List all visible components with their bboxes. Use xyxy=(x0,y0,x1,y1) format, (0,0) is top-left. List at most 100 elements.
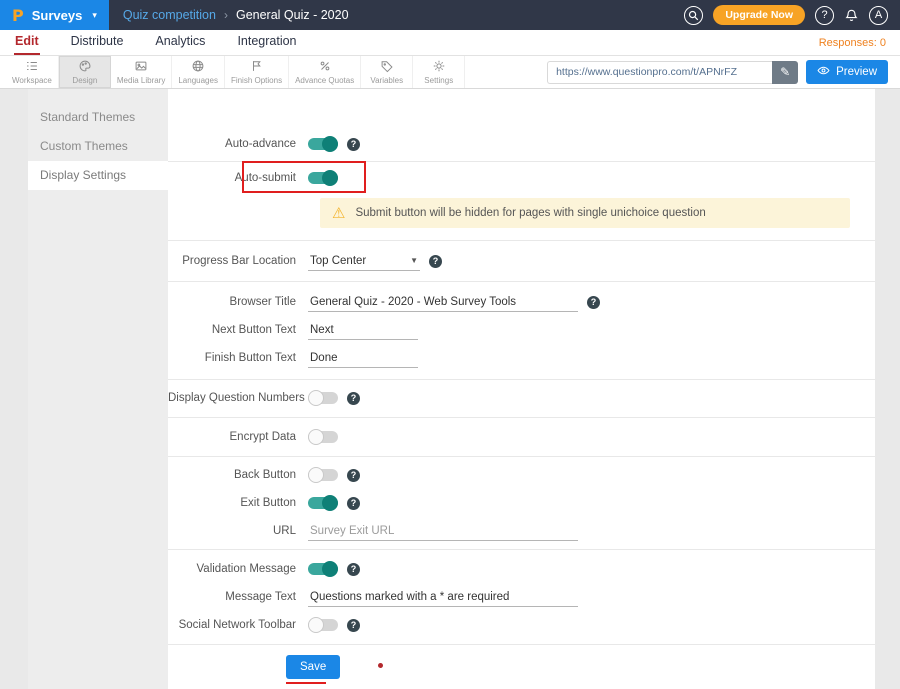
sidebar-item-custom-themes[interactable]: Custom Themes xyxy=(28,132,168,161)
warning-text: Submit button will be hidden for pages w… xyxy=(355,207,705,219)
message-text-input[interactable] xyxy=(308,588,578,607)
toolbar-right: ✎ Preview xyxy=(547,56,900,88)
browser-title-label: Browser Title xyxy=(168,296,308,308)
design-toolbar: Workspace Design Media Library Languages… xyxy=(0,56,900,89)
back-button-label: Back Button xyxy=(168,469,308,481)
exit-button-toggle[interactable] xyxy=(308,497,338,509)
encrypt-data-label: Encrypt Data xyxy=(168,431,308,443)
finish-button-text-label: Finish Button Text xyxy=(168,352,308,364)
topbar-actions: Upgrade Now ? A xyxy=(684,5,900,25)
display-settings-panel: Auto-advance ? Auto-submit ⚠ Submit butt… xyxy=(168,89,875,689)
help-icon[interactable]: ? xyxy=(815,6,834,25)
survey-url-input[interactable] xyxy=(547,61,772,84)
social-network-toolbar-toggle[interactable] xyxy=(308,619,338,631)
media-library-icon xyxy=(134,59,148,76)
progress-bar-select[interactable]: Top Center ▼ xyxy=(308,252,420,271)
next-button-text-label: Next Button Text xyxy=(168,324,308,336)
display-question-numbers-row: Display Question Numbers ? xyxy=(168,384,875,412)
tab-integration[interactable]: Integration xyxy=(236,30,297,55)
message-text-label: Message Text xyxy=(168,591,308,603)
encrypt-data-toggle[interactable] xyxy=(308,431,338,443)
settings-icon xyxy=(432,59,446,76)
auto-advance-toggle[interactable] xyxy=(308,138,338,150)
eye-icon xyxy=(817,65,830,79)
auto-advance-label: Auto-advance xyxy=(168,138,308,150)
auto-submit-row: Auto-submit xyxy=(168,164,875,192)
toolbar-item-languages[interactable]: Languages xyxy=(172,56,225,88)
encrypt-data-row: Encrypt Data xyxy=(168,423,875,451)
sidebar-item-standard-themes[interactable]: Standard Themes xyxy=(28,103,168,132)
sidebar-item-display-settings[interactable]: Display Settings xyxy=(28,161,168,190)
breadcrumb: Quiz competition › General Quiz - 2020 xyxy=(123,8,349,22)
breadcrumb-parent[interactable]: Quiz competition xyxy=(123,8,216,22)
toolbar-item-advance-quotas[interactable]: Advance Quotas xyxy=(289,56,361,88)
breadcrumb-separator: › xyxy=(224,8,228,22)
help-icon[interactable]: ? xyxy=(347,619,360,632)
help-icon[interactable]: ? xyxy=(347,563,360,576)
auto-advance-row: Auto-advance ? xyxy=(168,130,875,158)
breadcrumb-current: General Quiz - 2020 xyxy=(236,8,349,22)
help-icon[interactable]: ? xyxy=(587,296,600,309)
exit-url-input[interactable] xyxy=(308,522,578,541)
help-icon[interactable]: ? xyxy=(347,469,360,482)
chevron-down-icon: ▼ xyxy=(410,256,418,265)
tab-analytics[interactable]: Analytics xyxy=(154,30,206,55)
progress-bar-row: Progress Bar Location Top Center ▼ ? xyxy=(168,247,875,275)
progress-bar-label: Progress Bar Location xyxy=(168,255,308,267)
toolbar-item-design[interactable]: Design xyxy=(59,56,111,88)
finish-button-text-input[interactable] xyxy=(308,349,418,368)
social-network-toolbar-label: Social Network Toolbar xyxy=(168,619,308,631)
help-icon[interactable]: ? xyxy=(347,392,360,405)
toolbar-item-variables[interactable]: Variables xyxy=(361,56,413,88)
upgrade-now-button[interactable]: Upgrade Now xyxy=(713,5,805,25)
tab-distribute[interactable]: Distribute xyxy=(70,30,125,55)
surveys-product-menu[interactable]: P Surveys ▾ xyxy=(0,0,109,30)
pencil-icon: ✎ xyxy=(780,65,790,79)
annotation-red-dot xyxy=(378,663,383,668)
finish-button-text-row: Finish Button Text xyxy=(168,344,875,372)
help-icon[interactable]: ? xyxy=(347,138,360,151)
topbar: P Surveys ▾ Quiz competition › General Q… xyxy=(0,0,900,30)
exit-button-label: Exit Button xyxy=(168,497,308,509)
toolbar-item-settings[interactable]: Settings xyxy=(413,56,465,88)
exit-url-label: URL xyxy=(168,525,308,537)
search-icon[interactable] xyxy=(684,6,703,25)
main-nav: Edit Distribute Analytics Integration Re… xyxy=(0,30,900,56)
annotation-red-underline xyxy=(286,682,326,684)
help-icon[interactable]: ? xyxy=(347,497,360,510)
toolbar-item-media-library[interactable]: Media Library xyxy=(111,56,172,88)
toolbar-item-workspace[interactable]: Workspace xyxy=(6,56,59,88)
design-icon xyxy=(78,59,92,76)
variables-icon xyxy=(380,59,394,76)
browser-title-row: Browser Title ? xyxy=(168,288,875,316)
back-button-row: Back Button ? xyxy=(168,461,875,489)
content-area: Standard Themes Custom Themes Display Se… xyxy=(0,89,900,689)
edit-url-button[interactable]: ✎ xyxy=(772,61,798,84)
auto-submit-toggle[interactable] xyxy=(308,172,338,184)
exit-button-row: Exit Button ? xyxy=(168,489,875,517)
save-button[interactable]: Save xyxy=(286,655,340,679)
chevron-down-icon: ▾ xyxy=(92,10,97,21)
social-network-toolbar-row: Social Network Toolbar ? xyxy=(168,611,875,639)
product-menu-label: Surveys xyxy=(32,8,83,23)
help-icon[interactable]: ? xyxy=(429,255,442,268)
tab-edit[interactable]: Edit xyxy=(14,30,40,55)
toolbar-item-finish-options[interactable]: Finish Options xyxy=(225,56,289,88)
exit-url-row: URL xyxy=(168,517,875,545)
display-question-numbers-label: Display Question Numbers xyxy=(168,392,308,404)
preview-button[interactable]: Preview xyxy=(806,60,888,84)
progress-bar-selected-value: Top Center xyxy=(310,255,366,267)
validation-message-toggle[interactable] xyxy=(308,563,338,575)
next-button-text-row: Next Button Text xyxy=(168,316,875,344)
survey-url-group: ✎ xyxy=(547,61,798,84)
back-button-toggle[interactable] xyxy=(308,469,338,481)
responses-count[interactable]: Responses: 0 xyxy=(819,37,886,55)
next-button-text-input[interactable] xyxy=(308,321,418,340)
finish-options-icon xyxy=(250,59,264,76)
warning-triangle-icon: ⚠ xyxy=(332,206,345,221)
browser-title-input[interactable] xyxy=(308,293,578,312)
avatar[interactable]: A xyxy=(869,6,888,25)
notifications-bell-icon[interactable] xyxy=(844,8,859,23)
message-text-row: Message Text xyxy=(168,583,875,611)
display-question-numbers-toggle[interactable] xyxy=(308,392,338,404)
